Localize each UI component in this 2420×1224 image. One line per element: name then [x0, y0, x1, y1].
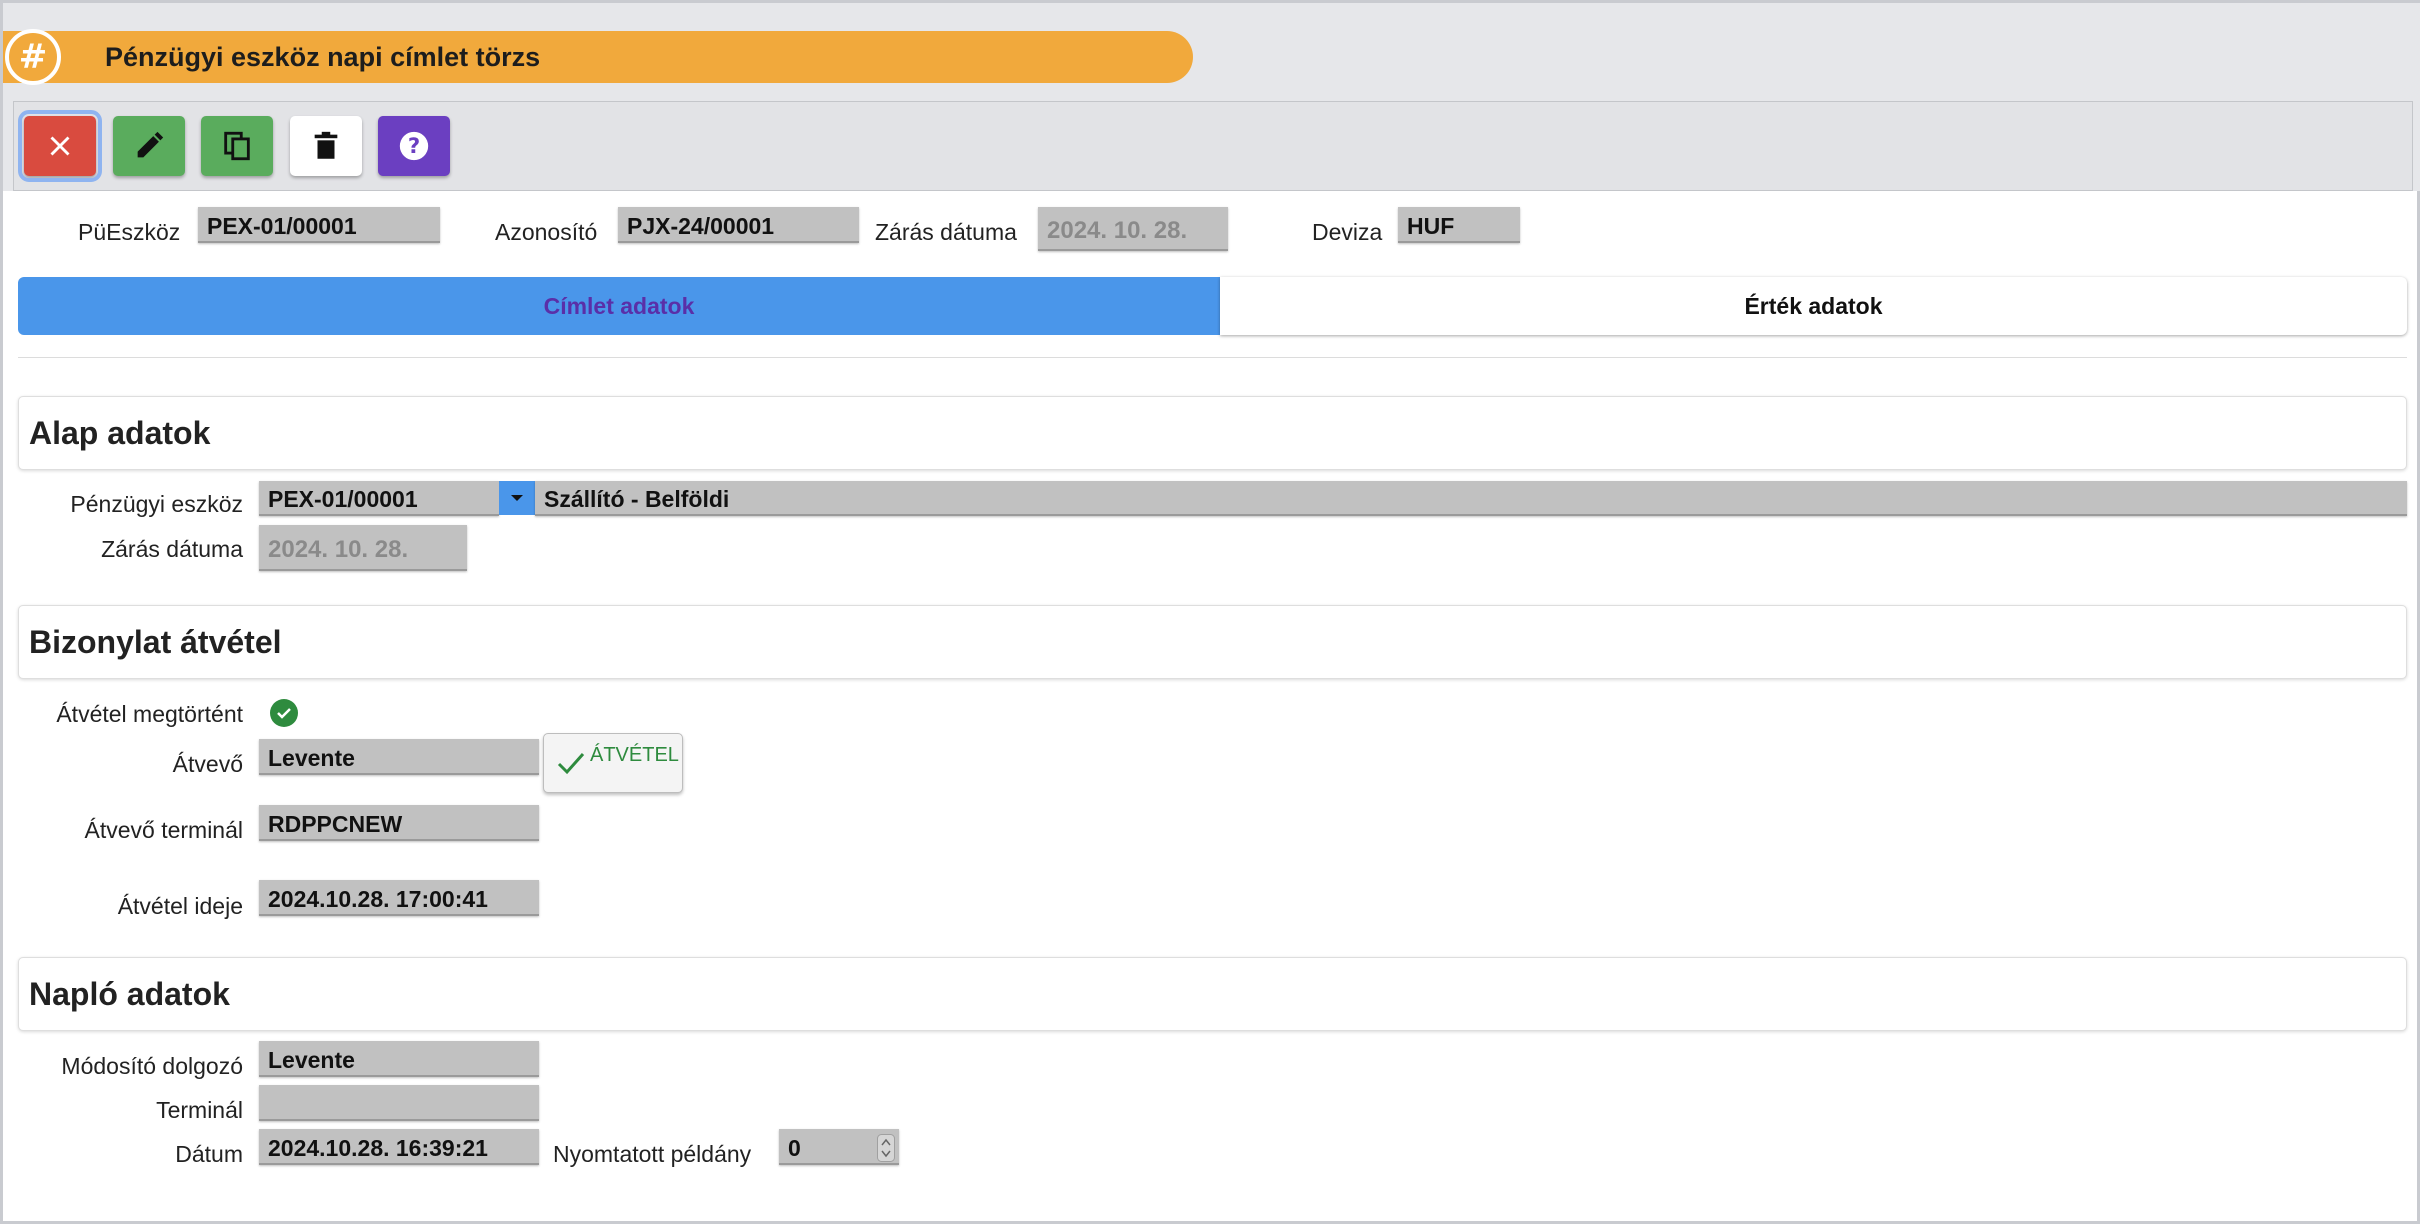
section-bizonylat-atvetel: Bizonylat átvétel [18, 605, 2407, 679]
toolbar: ? [13, 101, 2413, 191]
nyomtatott-peldany-label: Nyomtatott példány [553, 1141, 752, 1167]
close-button[interactable] [18, 110, 102, 182]
check-icon [557, 753, 585, 775]
deviza-field[interactable]: HUF [1398, 207, 1520, 243]
terminal-label: Terminál [156, 1097, 243, 1123]
section-naplo-adatok: Napló adatok [18, 957, 2407, 1031]
close-icon [50, 136, 70, 156]
terminal-field[interactable] [259, 1085, 539, 1121]
pueszkoz-label: PüEszköz [78, 219, 181, 245]
azonosito-field[interactable]: PJX-24/00001 [618, 207, 859, 243]
chevron-down-icon[interactable] [499, 481, 535, 515]
check-circle-icon [270, 699, 298, 727]
trash-icon [314, 131, 338, 159]
divider [18, 357, 2407, 358]
modosito-dolgozo-label: Módosító dolgozó [61, 1053, 243, 1079]
stepper-arrows-icon[interactable] [877, 1134, 895, 1162]
atvevo-terminal-field[interactable]: RDPPCNEW [259, 805, 539, 841]
section-alap-adatok: Alap adatok [18, 396, 2407, 470]
edit-button[interactable] [113, 116, 185, 176]
penzugyi-eszkoz-label: Pénzügyi eszköz [70, 491, 243, 517]
zaras-datuma-field[interactable]: 2024. 10. 28. [259, 525, 467, 571]
atvevo-label: Átvevő [172, 751, 243, 777]
app-window: # Pénzügyi eszköz napi címlet törzs ? Pü… [0, 0, 2420, 1224]
copy-icon [224, 131, 250, 161]
atvevo-field[interactable]: Levente [259, 739, 539, 775]
atvetel-button[interactable]: ÁTVÉTEL [543, 733, 683, 793]
help-button[interactable]: ? [378, 116, 450, 176]
page-title: Pénzügyi eszköz napi címlet törzs [105, 41, 541, 72]
tab-ertek-adatok[interactable]: Érték adatok [1220, 277, 2407, 335]
atvetel-ideje-label: Átvétel ideje [117, 893, 243, 919]
zaras-datuma-label: Zárás dátuma [101, 536, 243, 562]
copy-button[interactable] [201, 116, 273, 176]
delete-button[interactable] [290, 116, 362, 176]
modosito-dolgozo-field[interactable]: Levente [259, 1041, 539, 1077]
penzugyi-eszkoz-description: Szállító - Belföldi [535, 481, 2407, 516]
atvetel-megtortent-label: Átvétel megtörtént [56, 701, 243, 727]
atvetel-button-label: ÁTVÉTEL [590, 744, 679, 766]
penzugyi-eszkoz-select[interactable]: PEX-01/00001 [259, 481, 499, 516]
atvetel-ideje-field[interactable]: 2024.10.28. 17:00:41 [259, 880, 539, 916]
pencil-icon [137, 131, 164, 158]
svg-text:?: ? [408, 134, 420, 159]
azonosito-label: Azonosító [495, 219, 598, 245]
tab-cimlet-adatok[interactable]: Címlet adatok [18, 277, 1220, 335]
zaras-datuma-header-label: Zárás dátuma [875, 219, 1017, 245]
datum-label: Dátum [175, 1141, 243, 1167]
help-icon: ? [399, 131, 429, 161]
atvevo-terminal-label: Átvevő terminál [84, 817, 243, 843]
hash-icon: # [5, 29, 61, 85]
datum-field[interactable]: 2024.10.28. 16:39:21 [259, 1129, 539, 1165]
pueszkoz-field[interactable]: PEX-01/00001 [198, 207, 440, 243]
deviza-label: Deviza [1312, 219, 1383, 245]
zaras-datuma-header-field[interactable]: 2024. 10. 28. [1038, 207, 1228, 251]
title-bar: # Pénzügyi eszköz napi címlet törzs [3, 29, 1193, 85]
